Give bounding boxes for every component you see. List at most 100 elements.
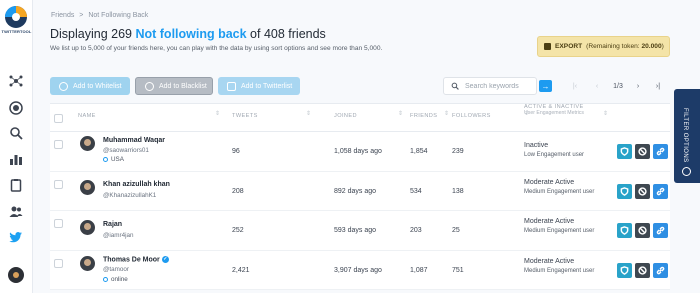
tweets-count: 2,421: [232, 266, 250, 274]
pager-last-button[interactable]: ›|: [651, 77, 665, 95]
profile-link-button[interactable]: [653, 262, 668, 278]
engagement-level: Low Engagement user: [524, 152, 585, 158]
breadcrumb-current: Not Following Back: [88, 12, 149, 19]
row-checkbox[interactable]: [54, 179, 63, 189]
search-submit-button[interactable]: →: [539, 80, 552, 92]
col-name[interactable]: NAME: [78, 113, 96, 119]
filter-options-label: FILTER OPTIONS: [682, 108, 688, 163]
export-remaining: (Remaining token: 20.000): [586, 43, 664, 50]
whitelist-button[interactable]: [617, 183, 632, 199]
pager-first-button[interactable]: |‹: [568, 77, 582, 95]
search-icon[interactable]: [7, 124, 25, 142]
user-name[interactable]: Muhammad Waqar: [103, 137, 165, 144]
blacklist-button[interactable]: [635, 223, 650, 238]
table-row: Muhammad Waqar @saowarriors01 USA 96 1,0…: [50, 132, 670, 172]
block-icon: [145, 81, 154, 91]
followers-count: 239: [452, 148, 464, 155]
location-pin-icon: [103, 157, 108, 162]
page-title: Displaying 269 Not following back of 408…: [50, 27, 326, 41]
whitelist-button[interactable]: [617, 144, 632, 159]
friends-count: 203: [410, 227, 422, 234]
col-activity[interactable]: ACTIVE & INACTIVE User Engagement Metric…: [524, 104, 604, 117]
col-activity-sub: User Engagement Metrics: [524, 110, 584, 116]
block-icon: [638, 147, 647, 156]
add-to-twitterlist-label: Add to Twitterlist: [241, 82, 293, 90]
verified-badge-icon: ✓: [161, 255, 169, 263]
user-name[interactable]: Thomas De Moor ✓: [103, 255, 169, 263]
profile-link-button[interactable]: [653, 223, 668, 238]
tweets-count: 252: [232, 227, 244, 234]
twitter-bird-icon[interactable]: [7, 228, 25, 246]
user-handle[interactable]: @iamr4jan: [103, 232, 134, 239]
user-name[interactable]: Khan azizullah khan: [103, 181, 170, 188]
followers-count: 751: [452, 266, 464, 274]
shield-icon: [620, 186, 629, 196]
whitelist-button[interactable]: [617, 223, 632, 238]
export-label: EXPORT: [555, 43, 583, 50]
avatar[interactable]: [80, 255, 95, 271]
user-name[interactable]: Rajan: [103, 221, 122, 228]
app-logo[interactable]: [4, 5, 28, 29]
followers-count: 138: [452, 187, 464, 195]
user-handle[interactable]: @saowarriors01: [103, 147, 149, 154]
block-icon: [638, 226, 647, 235]
col-tweets[interactable]: TWEETS: [232, 113, 258, 119]
select-all-checkbox[interactable]: [54, 114, 63, 123]
blacklist-button[interactable]: [635, 144, 650, 159]
row-checkbox[interactable]: [54, 219, 63, 228]
profile-link-button[interactable]: [653, 144, 668, 159]
pager-prev-button[interactable]: ‹: [590, 77, 604, 95]
main-content: Friends > Not Following Back Displaying …: [34, 0, 674, 293]
record-icon[interactable]: [7, 99, 25, 117]
avatar[interactable]: [80, 220, 95, 235]
blacklist-button[interactable]: [635, 183, 650, 199]
location-pin-icon: [103, 276, 108, 282]
add-to-twitterlist-button[interactable]: Add to Twitterlist: [218, 77, 300, 95]
joined-value: 1,058 days ago: [334, 148, 382, 155]
user-handle[interactable]: @tamoor: [103, 266, 129, 273]
link-icon: [656, 226, 665, 235]
whitelist-button[interactable]: [617, 262, 632, 278]
pager-next-button[interactable]: ›: [631, 77, 645, 95]
activity-status: Moderate Active Medium Engagement user: [524, 178, 595, 195]
shield-icon: [620, 226, 629, 235]
avatar[interactable]: [80, 179, 95, 195]
activity-status: Moderate Active Medium Engagement user: [524, 218, 595, 234]
search-input[interactable]: [465, 82, 535, 90]
add-to-whitelist-button[interactable]: Add to Whitelist: [50, 77, 130, 95]
row-checkbox[interactable]: [54, 258, 63, 268]
bar-chart-icon[interactable]: [7, 150, 25, 168]
table-row: Khan azizullah khan @KhanazizullahK1 208…: [50, 172, 670, 211]
link-icon: [656, 266, 665, 274]
shield-icon: [59, 81, 68, 91]
network-icon[interactable]: [7, 72, 25, 90]
col-followers[interactable]: FOLLOWERS: [452, 113, 491, 119]
page-title-prefix: Displaying 269: [50, 27, 136, 41]
list-icon: [227, 81, 236, 91]
breadcrumb-root[interactable]: Friends: [51, 12, 74, 19]
user-avatar[interactable]: [8, 267, 24, 283]
engagement-level: Medium Engagement user: [524, 228, 595, 234]
avatar[interactable]: [80, 136, 95, 151]
profile-link-button[interactable]: [653, 183, 668, 199]
blacklist-button[interactable]: [635, 262, 650, 278]
tweets-count: 96: [232, 148, 240, 155]
users-icon[interactable]: [7, 202, 25, 220]
clipboard-icon[interactable]: [7, 176, 25, 194]
add-to-blacklist-button[interactable]: Add to Blacklist: [135, 77, 213, 95]
block-icon: [638, 186, 647, 196]
filter-options-tab[interactable]: FILTER OPTIONS: [674, 89, 700, 183]
friends-count: 1,087: [410, 266, 428, 274]
user-location: online: [103, 276, 128, 283]
activity-status: Moderate Active Medium Engagement user: [524, 257, 595, 274]
export-icon: [544, 43, 551, 50]
col-friends[interactable]: FRIENDS: [410, 113, 437, 119]
activity-status: Inactive Low Engagement user: [524, 141, 596, 160]
row-checkbox[interactable]: [54, 140, 63, 149]
breadcrumb: Friends > Not Following Back: [51, 12, 148, 19]
export-button[interactable]: EXPORT (Remaining token: 20.000): [537, 36, 670, 57]
user-handle[interactable]: @KhanazizullahK1: [103, 192, 156, 199]
friends-count: 1,854: [410, 148, 428, 155]
col-joined[interactable]: JOINED: [334, 113, 357, 119]
page-title-suffix: of 408 friends: [246, 27, 326, 41]
